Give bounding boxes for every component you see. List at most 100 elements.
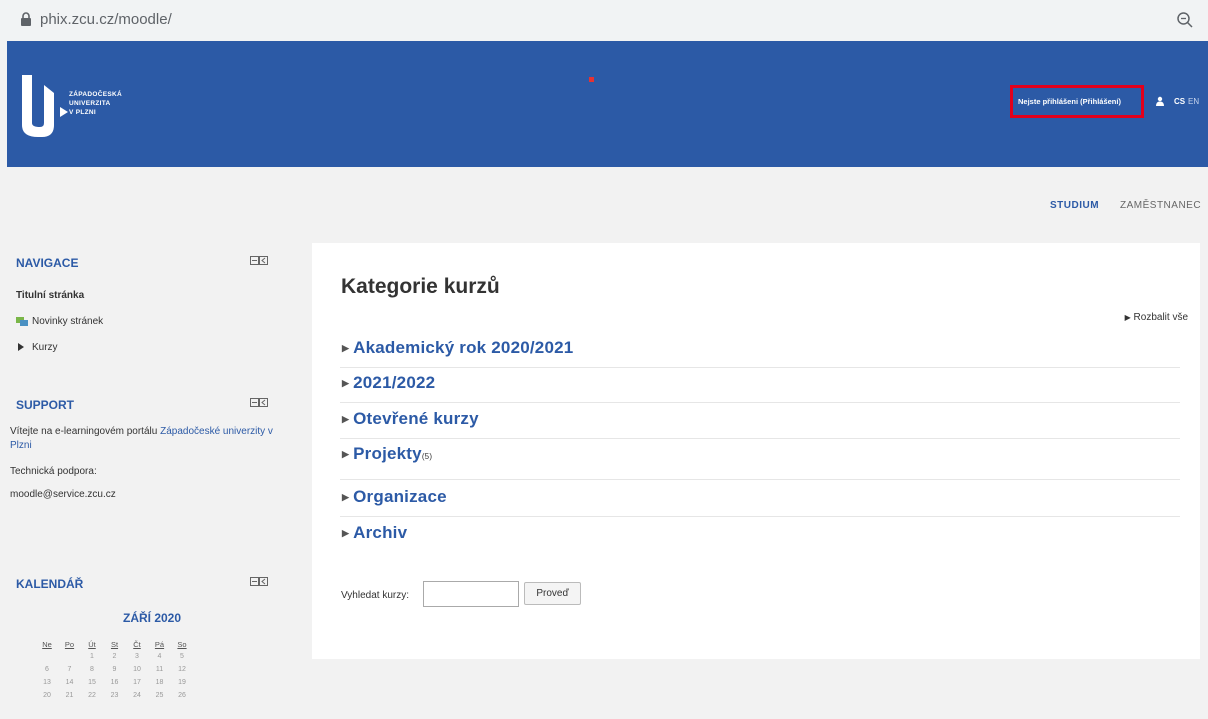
- logo-line-1: ZÁPADOČESKÁ: [69, 91, 123, 98]
- block-controls-icon[interactable]: [250, 256, 268, 265]
- calendar-day[interactable]: 22: [81, 692, 103, 699]
- category-item[interactable]: ▶ Projekty(5): [342, 444, 432, 464]
- divider: [340, 367, 1180, 368]
- calendar-day[interactable]: 15: [81, 679, 103, 686]
- caret-right-icon: ▶: [342, 449, 350, 459]
- caret-right-icon: ▶: [342, 343, 350, 353]
- calendar-weekday: So: [177, 640, 187, 649]
- calendar-day[interactable]: 23: [104, 692, 126, 699]
- calendar-weekday: Čt: [133, 640, 141, 649]
- category-name: Projekty: [353, 444, 422, 463]
- chevron-right-icon: ▶: [1124, 313, 1131, 322]
- calendar-day[interactable]: 25: [149, 692, 171, 699]
- calendar-weekday: Ne: [42, 640, 52, 649]
- url-text[interactable]: phix.zcu.cz/moodle/: [40, 11, 172, 28]
- support-intro-text: Vítejte na e-learningovém portálu: [10, 426, 161, 437]
- course-categories-panel: Kategorie kurzů ▶ Rozbalit vše ▶ Akademic…: [312, 243, 1200, 659]
- calendar-day[interactable]: 17: [126, 679, 148, 686]
- page-title: Kategorie kurzů: [341, 275, 500, 298]
- lang-en[interactable]: EN: [1188, 97, 1199, 106]
- calendar-day[interactable]: 10: [126, 666, 148, 673]
- category-count: (5): [421, 452, 433, 461]
- login-link[interactable]: Nejste přihlášeni (Přihlášení): [1018, 97, 1121, 106]
- calendar-day[interactable]: 1: [81, 653, 103, 660]
- university-logo[interactable]: [20, 73, 68, 139]
- search-label: Vyhledat kurzy:: [341, 590, 409, 601]
- calendar-day[interactable]: 13: [36, 679, 58, 686]
- calendar-day[interactable]: 8: [81, 666, 103, 673]
- site-header: ZÁPADOČESKÁ UNIVERZITA V PLZNI Nejste př…: [7, 41, 1208, 167]
- caret-right-icon: ▶: [342, 414, 350, 424]
- nav-zamestnanec[interactable]: ZAMĚSTNANEC: [1120, 200, 1201, 211]
- nav-studium[interactable]: STUDIUM: [1050, 200, 1099, 211]
- url-path: /moodle/: [114, 11, 172, 28]
- calendar-day[interactable]: 9: [104, 666, 126, 673]
- calendar-day[interactable]: 14: [59, 679, 81, 686]
- category-item[interactable]: ▶ Otevřené kurzy: [342, 409, 479, 429]
- block-controls-icon[interactable]: [250, 577, 268, 586]
- calendar-month[interactable]: ZÁŘÍ 2020: [123, 611, 181, 625]
- category-name: Organizace: [353, 487, 447, 506]
- red-marker: [589, 77, 594, 82]
- nav-news-link[interactable]: Novinky stránek: [32, 316, 103, 327]
- caret-right-icon: ▶: [342, 378, 350, 388]
- logo-text: ZÁPADOČESKÁ UNIVERZITA V PLZNI: [69, 90, 122, 117]
- support-intro: Vítejte na e-learningovém portálu Západo…: [10, 425, 280, 453]
- category-item[interactable]: ▶ 2021/2022: [342, 373, 435, 393]
- category-name: Akademický rok 2020/2021: [353, 338, 574, 357]
- block-controls-icon[interactable]: [250, 398, 268, 407]
- calendar-day[interactable]: 4: [149, 653, 171, 660]
- navigation-block-title: NAVIGACE: [16, 256, 79, 270]
- caret-right-icon: ▶: [342, 528, 350, 538]
- calendar-day[interactable]: 2: [104, 653, 126, 660]
- calendar-day[interactable]: 20: [36, 692, 58, 699]
- calendar-day[interactable]: 3: [126, 653, 148, 660]
- category-item[interactable]: ▶ Archiv: [342, 523, 407, 543]
- category-item[interactable]: ▶ Organizace: [342, 487, 447, 507]
- browser-address-bar[interactable]: phix.zcu.cz/moodle/: [0, 0, 1208, 40]
- nav-courses-link[interactable]: Kurzy: [32, 342, 58, 353]
- chevron-right-icon: [18, 343, 24, 351]
- calendar-day[interactable]: 16: [104, 679, 126, 686]
- calendar-weekday: Út: [88, 640, 96, 649]
- divider: [340, 479, 1180, 480]
- logo-line-3: V PLZNI: [69, 109, 97, 116]
- category-name: Archiv: [353, 523, 408, 542]
- calendar-day[interactable]: 19: [171, 679, 193, 686]
- search-submit-button[interactable]: Proveď: [524, 582, 581, 605]
- calendar-day[interactable]: 12: [171, 666, 193, 673]
- calendar-day[interactable]: 11: [149, 666, 171, 673]
- lock-icon: [21, 12, 31, 26]
- logo-line-2: UNIVERZITA: [69, 100, 111, 107]
- category-name: 2021/2022: [353, 373, 436, 392]
- divider: [340, 438, 1180, 439]
- calendar-weekday: Pá: [154, 640, 165, 649]
- expand-all-link[interactable]: ▶ Rozbalit vše: [1125, 312, 1188, 323]
- lang-cs[interactable]: CS: [1174, 97, 1185, 106]
- news-forum-icon: [16, 317, 28, 326]
- expand-all-label: Rozbalit vše: [1133, 312, 1188, 323]
- calendar-day[interactable]: 18: [149, 679, 171, 686]
- calendar-block-title: KALENDÁŘ: [16, 577, 84, 591]
- calendar-day[interactable]: 5: [171, 653, 193, 660]
- category-item[interactable]: ▶ Akademický rok 2020/2021: [342, 338, 573, 358]
- nav-home-link[interactable]: Titulní stránka: [16, 290, 84, 301]
- support-email[interactable]: moodle@service.zcu.cz: [10, 489, 116, 500]
- calendar-day[interactable]: 24: [126, 692, 148, 699]
- caret-right-icon: ▶: [342, 492, 350, 502]
- user-icon[interactable]: [1155, 96, 1165, 106]
- divider: [340, 516, 1180, 517]
- search-courses-input[interactable]: [423, 581, 519, 607]
- calendar-day[interactable]: 26: [171, 692, 193, 699]
- calendar-day[interactable]: 21: [59, 692, 81, 699]
- support-block-title: SUPPORT: [16, 398, 75, 412]
- calendar-weekday: St: [110, 640, 119, 649]
- zoom-icon[interactable]: [1176, 11, 1194, 29]
- calendar-day[interactable]: 7: [59, 666, 81, 673]
- divider: [340, 402, 1180, 403]
- url-host: phix.zcu.cz: [40, 11, 115, 28]
- category-name: Otevřené kurzy: [353, 409, 479, 428]
- tech-support-label: Technická podpora:: [10, 466, 97, 477]
- calendar-day[interactable]: 6: [36, 666, 58, 673]
- calendar-weekday: Po: [64, 640, 75, 649]
